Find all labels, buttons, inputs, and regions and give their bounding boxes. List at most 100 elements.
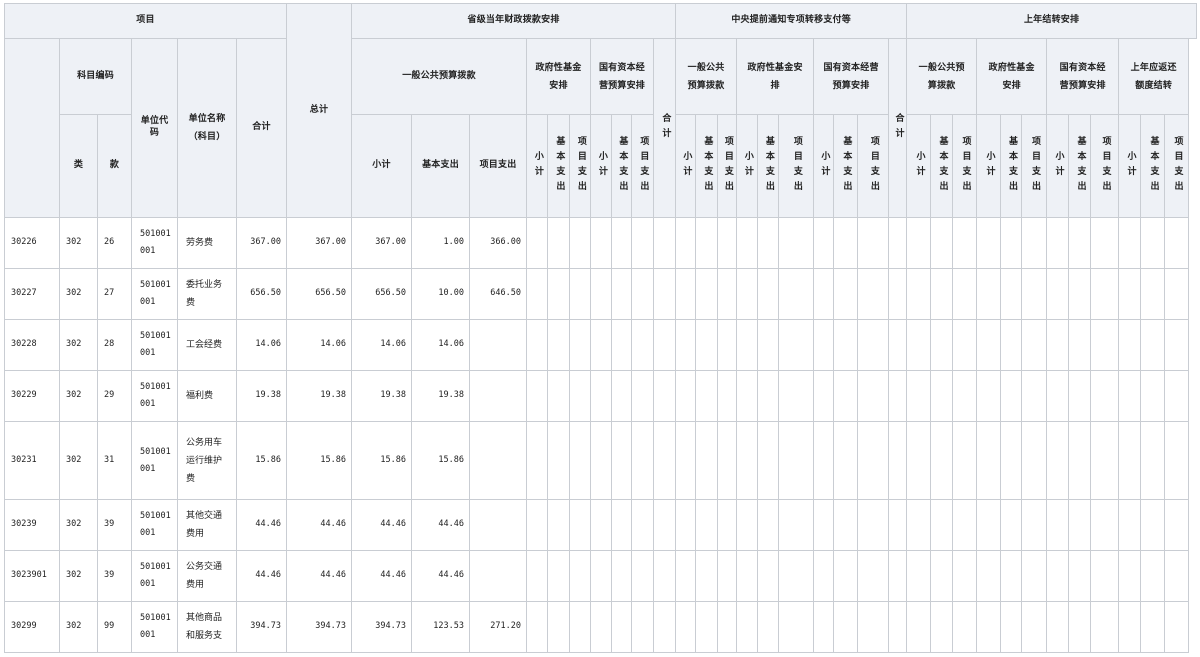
cell-empty <box>888 370 908 422</box>
cell-empty <box>813 550 835 602</box>
cell-empty <box>1140 217 1166 269</box>
cell-empty <box>569 319 591 371</box>
cell-empty <box>833 370 859 422</box>
cell-unit-name-line: 费用 <box>186 580 205 590</box>
cell-unit-name: 公务用车 运行维护费 <box>177 421 237 500</box>
cell-empty <box>631 319 654 371</box>
cell-empty <box>1000 217 1023 269</box>
cell-empty <box>1090 319 1120 371</box>
header-sub-jiben: 基本支出 <box>547 114 570 218</box>
cell-empty <box>888 421 908 500</box>
cell-empty <box>1046 370 1070 422</box>
cell-code: 30239 <box>4 499 60 551</box>
cell-empty <box>906 499 932 551</box>
cell-empty <box>778 370 815 422</box>
cell-empty <box>976 370 1002 422</box>
cell-unit-name-line: 工会经费 <box>186 340 223 350</box>
cell-empty <box>1068 601 1092 653</box>
cell-empty <box>717 601 738 653</box>
cell-lei: 302 <box>59 601 98 653</box>
cell-unit-code-line: 501001 <box>140 229 171 239</box>
cell-empty <box>611 370 632 422</box>
cell-total: 656.50 <box>236 268 287 320</box>
cell-unit-code-line: 001 <box>140 399 156 409</box>
cell-unit-code: 501001 001 <box>131 319 178 371</box>
cell-empty <box>1164 499 1190 551</box>
cell-empty <box>631 601 654 653</box>
cell-unit-code-line: 001 <box>140 297 156 307</box>
cell-unit-code-line: 501001 <box>140 511 171 521</box>
cell-unit-code-line: 501001 <box>140 446 171 457</box>
cell-empty <box>652 217 677 269</box>
cell-empty <box>675 319 697 371</box>
cell-empty <box>569 217 591 269</box>
cell-xiaoji: 656.50 <box>351 268 412 320</box>
header-sub-xiaoji: 小计 <box>590 114 612 218</box>
cell-jiben: 123.53 <box>411 601 470 653</box>
header-sub-jiben: 基本支出 <box>611 114 632 218</box>
header-sub-xiaoji: 小计 <box>736 114 759 218</box>
cell-empty <box>736 319 759 371</box>
cell-unit-code-line: 001 <box>140 579 156 589</box>
cell-empty <box>695 421 719 500</box>
cell-empty <box>757 421 780 500</box>
cell-empty <box>833 601 859 653</box>
cell-unit-name-line: 费 <box>186 473 196 484</box>
cell-empty <box>1118 550 1142 602</box>
cell-empty <box>717 319 738 371</box>
cell-empty <box>930 550 954 602</box>
table-row: 30228 302 28 501001 001 工会经费 14.06 14.06 14.06 14… <box>4 319 1197 371</box>
cell-empty <box>930 499 954 551</box>
header-blank <box>4 38 60 218</box>
cell-xiangmu: 366.00 <box>469 217 527 269</box>
cell-empty <box>1046 217 1070 269</box>
cell-empty <box>695 499 719 551</box>
cell-lei: 302 <box>59 499 98 551</box>
cell-empty <box>778 268 815 320</box>
cell-empty <box>526 370 548 422</box>
cell-empty <box>590 601 612 653</box>
cell-empty <box>717 370 738 422</box>
cell-empty <box>976 550 1002 602</box>
cell-unit-code: 501001 001 <box>131 421 178 500</box>
cell-empty <box>1140 499 1166 551</box>
cell-kuan: 27 <box>97 268 132 320</box>
cell-unit-name-line: 运行维护 <box>186 455 223 466</box>
cell-unit-name-line: 费用 <box>186 529 205 539</box>
cell-code: 3023901 <box>4 550 60 602</box>
cell-xiaoji: 19.38 <box>351 370 412 422</box>
header-sub-xiangmu: 项目支出 <box>1164 114 1190 218</box>
cell-empty <box>717 550 738 602</box>
cell-empty <box>1090 370 1120 422</box>
cell-empty <box>833 421 859 500</box>
cell-empty <box>1090 601 1120 653</box>
cell-empty <box>1068 217 1092 269</box>
header-sub-xiangmu: 项目支出 <box>778 114 815 218</box>
header-sub-xiangmu: 项目支出 <box>1021 114 1048 218</box>
cell-empty <box>611 601 632 653</box>
cell-code: 30227 <box>4 268 60 320</box>
cell-empty <box>976 421 1002 500</box>
cell-unit-name: 劳务费 <box>177 217 237 269</box>
cell-xiaoji: 44.46 <box>351 499 412 551</box>
cell-empty <box>1021 550 1048 602</box>
cell-code: 30229 <box>4 370 60 422</box>
cell-empty <box>952 499 978 551</box>
cell-empty <box>857 421 890 500</box>
cell-empty <box>833 217 859 269</box>
cell-empty <box>813 499 835 551</box>
cell-empty <box>1118 268 1142 320</box>
cell-empty <box>857 370 890 422</box>
cell-empty <box>778 319 815 371</box>
cell-empty <box>757 319 780 371</box>
cell-empty <box>952 601 978 653</box>
cell-total: 44.46 <box>236 499 287 551</box>
cell-empty <box>547 370 570 422</box>
cell-empty <box>778 421 815 500</box>
cell-empty <box>1021 319 1048 371</box>
cell-empty <box>1000 499 1023 551</box>
header-shangnian-group: 上年结转安排 <box>906 3 1197 39</box>
cell-empty <box>590 268 612 320</box>
cell-empty <box>888 268 908 320</box>
cell-empty <box>813 421 835 500</box>
